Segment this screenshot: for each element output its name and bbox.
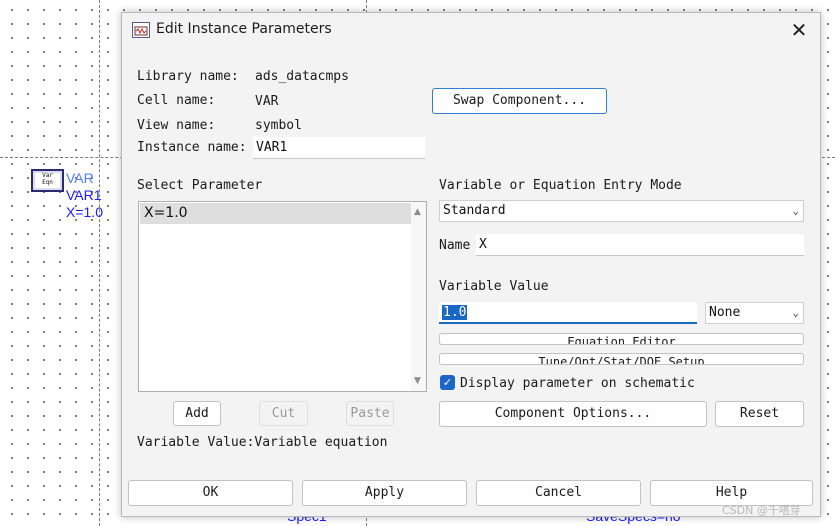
parameter-list[interactable]: X=1.0 ▲ ▼ — [138, 201, 427, 392]
display-parameter-checkbox[interactable]: ✓ — [440, 375, 455, 390]
name-field[interactable]: X — [476, 234, 804, 256]
ads-app-icon — [132, 22, 150, 38]
variable-value-label: Variable Value — [439, 279, 549, 294]
add-button[interactable]: Add — [173, 401, 221, 426]
view-name-value: symbol — [255, 118, 302, 133]
entry-mode-label: Variable or Equation Entry Mode — [439, 178, 682, 193]
status-text: Variable Value:Variable equation — [137, 435, 388, 450]
schematic-label-param: X=1.0 — [66, 204, 103, 220]
reset-button[interactable]: Reset — [715, 401, 804, 427]
edit-instance-dialog: Edit Instance Parameters ✕ Library name:… — [121, 12, 821, 517]
swap-component-button[interactable]: Swap Component... — [432, 88, 607, 114]
entry-mode-value: Standard — [443, 203, 506, 218]
unit-value: None — [709, 305, 741, 320]
view-name-label: View name: — [137, 118, 216, 133]
scroll-down-icon[interactable]: ▼ — [414, 376, 421, 386]
ok-button[interactable]: OK — [128, 480, 293, 506]
chevron-down-icon: ⌄ — [792, 204, 799, 217]
close-icon[interactable]: ✕ — [782, 16, 816, 44]
dialog-title: Edit Instance Parameters — [156, 21, 332, 37]
component-options-button[interactable]: Component Options... — [439, 401, 707, 427]
cell-name-value: VAR — [255, 94, 279, 109]
apply-button[interactable]: Apply — [302, 480, 467, 506]
variable-value-selection: 1.0 — [442, 305, 468, 320]
instance-name-label: Instance name: — [137, 140, 247, 155]
equation-editor-button[interactable]: Equation Editor — [439, 333, 804, 345]
unit-dropdown[interactable]: None ⌄ — [705, 302, 804, 324]
instance-name-field[interactable]: VAR1 — [253, 137, 425, 159]
name-label: Name — [439, 238, 471, 253]
library-name-label: Library name: — [137, 69, 239, 84]
parameter-list-scrollbar[interactable]: ▲ ▼ — [411, 202, 426, 391]
cancel-button[interactable]: Cancel — [476, 480, 641, 506]
schematic-label-instance: VAR1 — [66, 187, 102, 203]
scroll-up-icon[interactable]: ▲ — [414, 207, 421, 217]
display-parameter-label: Display parameter on schematic — [460, 376, 695, 391]
symbol-text: Var Eqn — [42, 172, 53, 186]
variable-value-field[interactable]: 1.0 — [439, 302, 697, 324]
cell-name-label: Cell name: — [137, 93, 216, 108]
title-bar[interactable]: Edit Instance Parameters ✕ — [122, 13, 820, 49]
library-name-value: ads_datacmps — [255, 69, 349, 84]
entry-mode-dropdown[interactable]: Standard ⌄ — [439, 200, 804, 222]
chevron-down-icon: ⌄ — [792, 306, 799, 319]
var-eqn-symbol[interactable]: Var Eqn — [31, 169, 64, 192]
schematic-label-type: VAR — [66, 170, 94, 186]
tune-opt-setup-button[interactable]: Tune/Opt/Stat/DOE Setup — [439, 353, 804, 365]
paste-button[interactable]: Paste — [346, 401, 394, 426]
cut-button[interactable]: Cut — [259, 401, 308, 426]
schematic-dashed-line — [99, 0, 100, 526]
select-parameter-label: Select Parameter — [137, 178, 263, 193]
parameter-list-item[interactable]: X=1.0 — [140, 203, 411, 224]
watermark-text: CSDN @千嗒芽 — [722, 504, 801, 517]
